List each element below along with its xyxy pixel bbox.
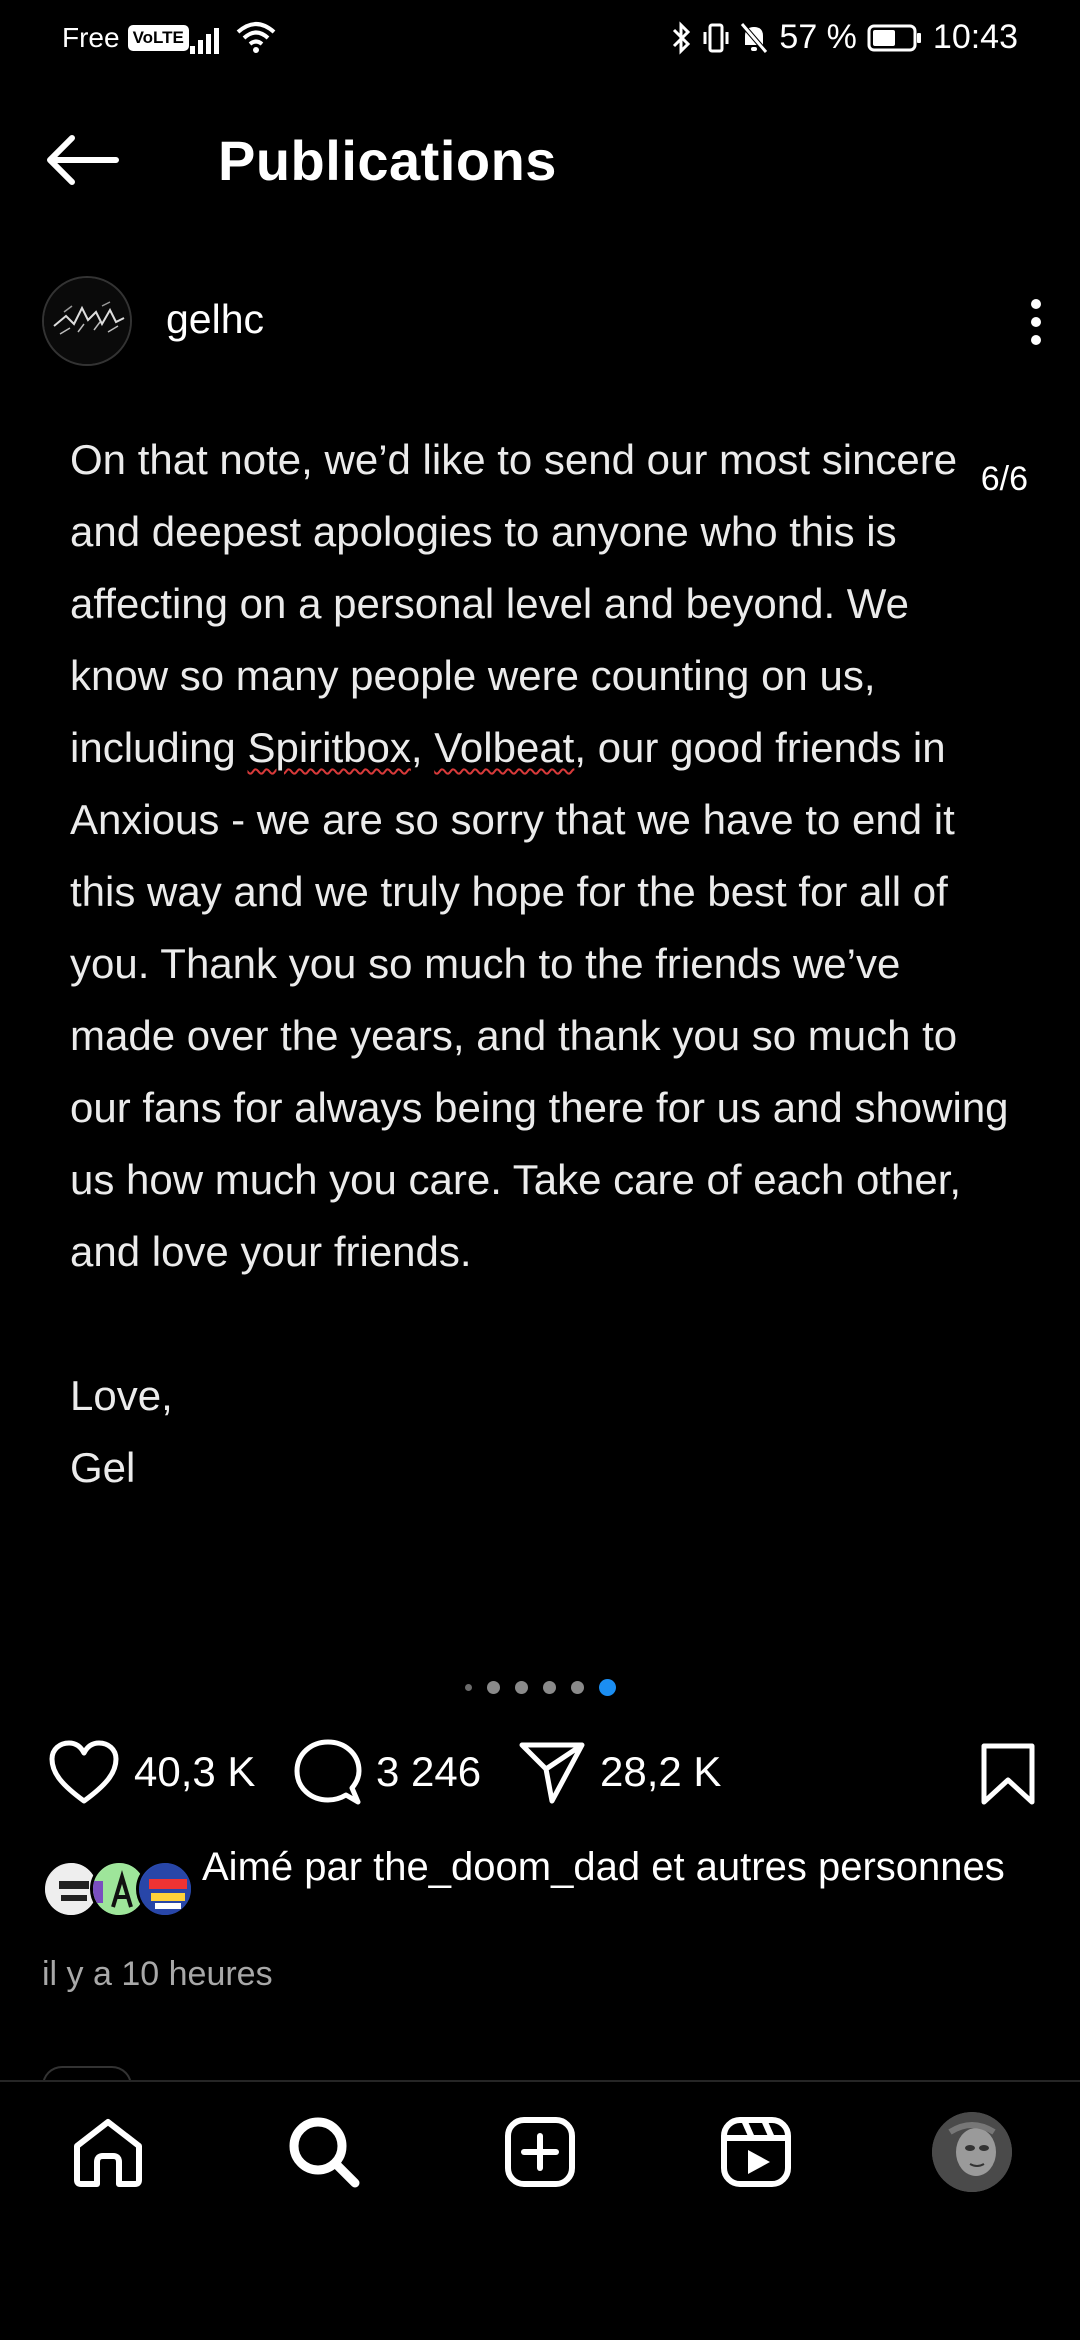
carousel-indicator xyxy=(0,1677,1080,1697)
liked-by-user[interactable]: the_doom_dad xyxy=(373,1845,640,1889)
text-part-1: On that note, we’d like to send our most… xyxy=(70,436,958,771)
comment-count: 3 246 xyxy=(376,1748,482,1795)
status-bar: Free VoLTE 57 % 10:43 xyxy=(0,0,1080,80)
text-spiritbox: Spiritbox xyxy=(247,724,411,771)
post-slide-text: On that note, we’d like to send our most… xyxy=(70,424,1010,1504)
carrier-name: Free xyxy=(62,22,120,53)
text-volbeat: Volbeat xyxy=(434,724,575,771)
arrow-left-icon[interactable] xyxy=(44,132,120,188)
vibrate-icon xyxy=(703,23,729,52)
clock: 10:43 xyxy=(932,18,1018,56)
carousel-dot xyxy=(486,1680,500,1694)
signoff-love: Love, xyxy=(70,1372,173,1419)
share-count: 28,2 K xyxy=(600,1748,722,1795)
volte-badge: VoLTE xyxy=(127,25,189,51)
signoff: Love, Gel xyxy=(70,1360,1010,1504)
like-count: 40,3 K xyxy=(134,1748,256,1795)
nav-profile-avatar[interactable] xyxy=(932,2112,1012,2192)
comment-icon[interactable] xyxy=(294,1738,362,1806)
post-timestamp: il y a 10 heures xyxy=(42,1955,273,1993)
wifi-icon xyxy=(236,22,276,53)
bottom-nav xyxy=(0,2080,1080,2340)
band-logo-icon xyxy=(44,278,130,364)
nav-create[interactable] xyxy=(500,2112,580,2192)
bluetooth-icon xyxy=(673,20,691,55)
mute-bell-icon xyxy=(740,21,769,54)
status-right: 57 % 10:43 xyxy=(671,18,1018,57)
liked-by-middle: et xyxy=(640,1845,696,1889)
comment-action[interactable]: 3 246 xyxy=(294,1732,481,1812)
text-comma: , xyxy=(410,724,435,771)
post-actions: 40,3 K 3 246 28,2 K xyxy=(0,1732,1080,1812)
carousel-dot xyxy=(570,1680,584,1694)
signoff-signature: Gel xyxy=(70,1444,136,1491)
bookmark-icon[interactable] xyxy=(978,1742,1038,1806)
share-action[interactable]: 28,2 K xyxy=(518,1732,721,1812)
send-icon[interactable] xyxy=(518,1739,586,1805)
more-options-icon[interactable] xyxy=(1022,294,1050,350)
carousel-dot xyxy=(464,1683,472,1691)
slide-counter: 6/6 xyxy=(980,460,1028,498)
profile-avatar-icon xyxy=(932,2112,1012,2192)
carrier: Free VoLTE xyxy=(62,22,189,54)
liked-by-prefix: Aimé par xyxy=(202,1845,374,1889)
post-slide[interactable]: On that note, we’d like to send our most… xyxy=(0,420,1080,1650)
battery-icon xyxy=(867,24,921,51)
page-title: Publications xyxy=(218,129,557,192)
home-icon[interactable] xyxy=(71,2116,145,2188)
text-part-2: , our good friends in Anxious - we are s… xyxy=(70,724,1009,1275)
signal-icon xyxy=(190,28,219,54)
heart-icon[interactable] xyxy=(48,1739,120,1805)
battery-percent: 57 % xyxy=(779,18,857,56)
create-icon[interactable] xyxy=(504,2116,576,2188)
app-header: Publications xyxy=(0,110,1080,210)
liked-by-text: Aimé par the_doom_dad et autres personne… xyxy=(202,1842,1022,1892)
carousel-dot xyxy=(542,1680,556,1694)
carousel-dot-active xyxy=(598,1678,616,1696)
search-icon[interactable] xyxy=(287,2115,361,2189)
like-action[interactable]: 40,3 K xyxy=(48,1732,255,1812)
nav-search[interactable] xyxy=(284,2112,364,2192)
reels-icon[interactable] xyxy=(720,2116,792,2188)
post-author-avatar[interactable] xyxy=(42,276,132,366)
nav-home[interactable] xyxy=(68,2112,148,2192)
liked-by-others[interactable]: autres personnes xyxy=(696,1845,1005,1889)
carousel-dot xyxy=(514,1680,528,1694)
nav-reels[interactable] xyxy=(716,2112,796,2192)
liker-avatar xyxy=(136,1860,194,1918)
post-header: gelhc xyxy=(0,272,1080,372)
post-username[interactable]: gelhc xyxy=(166,296,264,343)
liked-by[interactable]: Aimé par the_doom_dad et autres personne… xyxy=(0,1838,1080,1938)
